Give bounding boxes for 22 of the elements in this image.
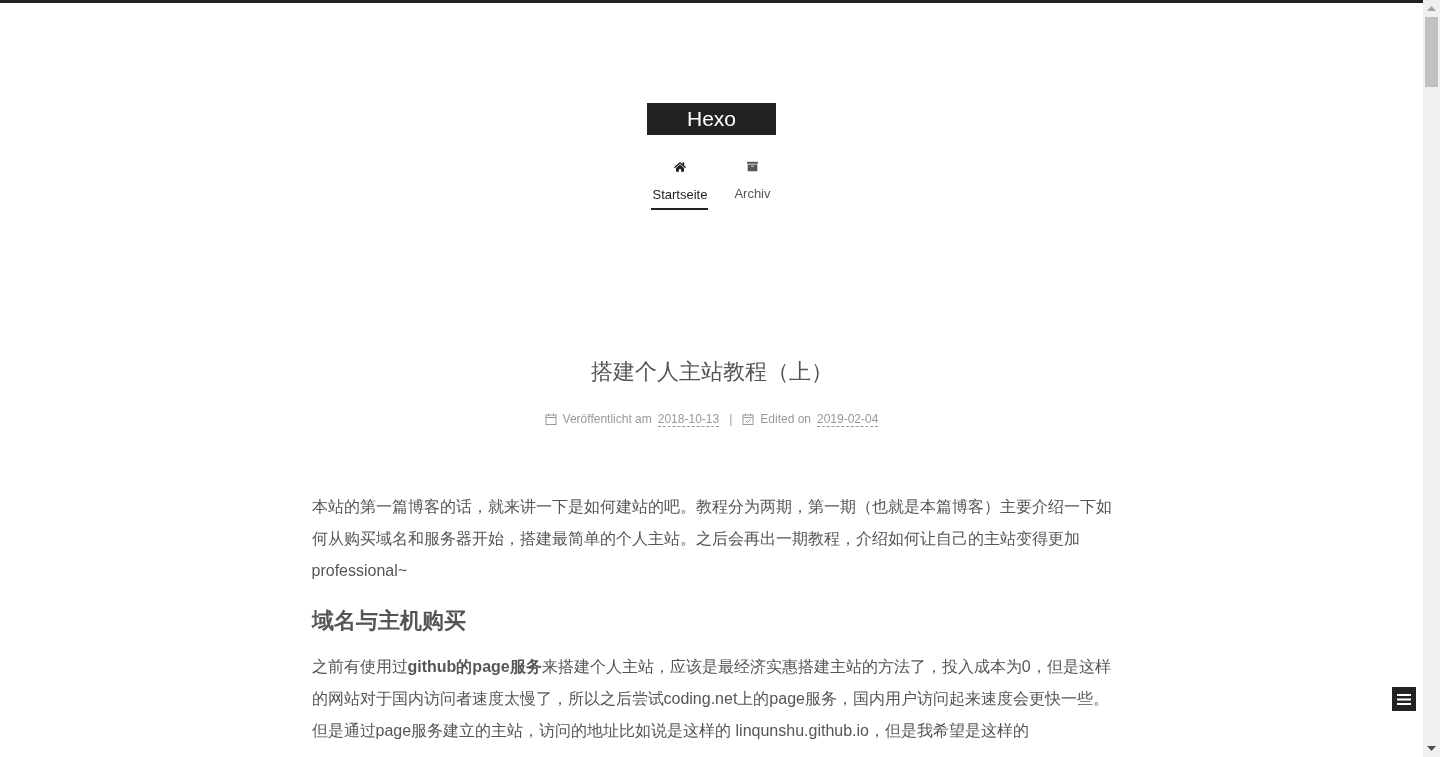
- up-arrow-icon: [1427, 6, 1436, 11]
- calendar-check-icon: [742, 413, 755, 425]
- down-arrow-icon: [1427, 746, 1436, 751]
- nav-link[interactable]: Archiv: [733, 160, 772, 210]
- menu-button[interactable]: [1392, 687, 1416, 711]
- meta-label: Edited on: [760, 411, 811, 428]
- home-icon: [673, 160, 686, 173]
- post-title: 搭建个人主站教程（上）: [590, 358, 833, 386]
- scrollbar[interactable]: [1423, 0, 1440, 757]
- paragraph: 之前有使用过github的page服务来搭建个人主站，应该是最经济实惠搭建主站的方法了，投入成本为0，但是这样的网站对于国内访问者速度太慢了，所以之后尝试coding.net上的page服务，国内用户访问起来速度会更快一些。但是通过page服务建立的主站，访问的地址比如说是这样的 linqunshu.github.io，但是我希望是这样的: [311, 657, 1112, 741]
- date-text: 2019-02-04: [817, 411, 879, 427]
- date-text: 2018-10-13: [657, 411, 720, 427]
- archive-icon: [746, 160, 758, 172]
- meta-label: Veröffentlicht am: [562, 411, 652, 428]
- site-title[interactable]: Hexo: [647, 103, 776, 135]
- section-heading: 域名与主机购买: [311, 607, 467, 635]
- menu-icon: [1397, 693, 1411, 705]
- nav-link[interactable]: Startseite: [651, 160, 709, 210]
- meta-separator: |: [729, 411, 733, 428]
- calendar-icon: [544, 413, 557, 425]
- paragraph: 本站的第一篇博客的话，就来讲一下是如何建站的吧。教程分为两期，第一期（也就是本篇博客）主要介绍一下如何从购买域名和服务器开始，搭建最简单的个人主站。之后会再出一期教程，介绍如何让自己的主站变得更加professional~: [311, 497, 1112, 581]
- scrollbar-thumb[interactable]: [1425, 17, 1438, 87]
